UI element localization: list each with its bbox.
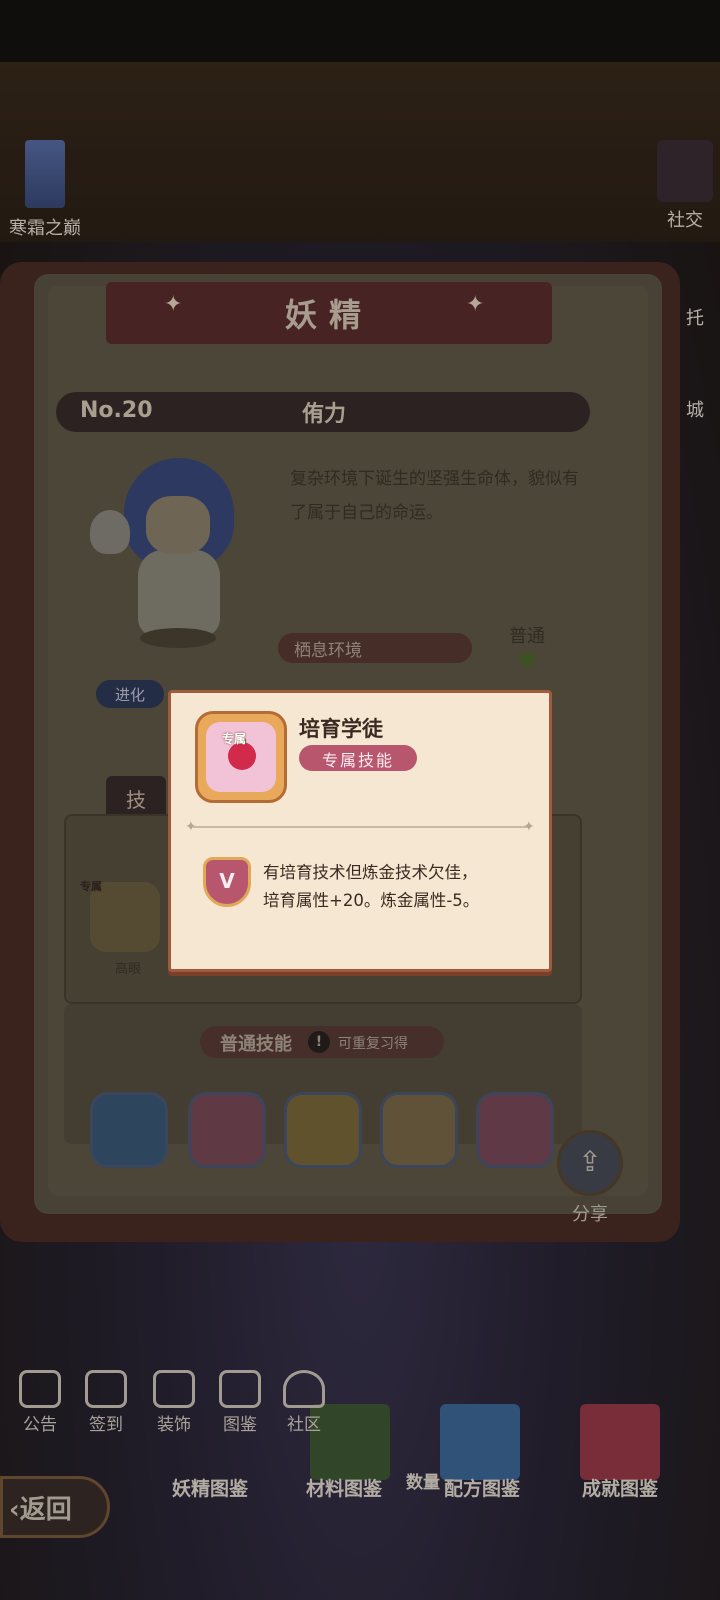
effect-line-1: 有培育技术但炼金技术欠佳，: [263, 863, 478, 882]
skill-name: 培育学徒: [299, 717, 383, 741]
divider: [193, 826, 527, 828]
effect-line-2: 培育属性+20。炼金属性-5。: [263, 891, 480, 910]
divider-ornament-icon: ✦: [523, 819, 535, 835]
skill-icon-frame: 专属: [195, 711, 287, 803]
skill-effect-text: 有培育技术但炼金技术欠佳， 培育属性+20。炼金属性-5。: [263, 859, 533, 915]
exclusive-tag: 专属: [222, 732, 247, 746]
shield-icon: V: [203, 857, 251, 907]
skill-detail-popup: 专属 培育学徒 专属技能 ✦ ✦ V 有培育技术但炼金技术欠佳， 培育属性+20…: [168, 690, 552, 972]
game-scene: 寒霜之巅 社交 托 城 ✦ ✦ 妖精 No.20 侑力 复杂环境下诞生的坚强生命…: [0, 0, 720, 1600]
skill-type-badge: 专属技能: [299, 745, 417, 771]
